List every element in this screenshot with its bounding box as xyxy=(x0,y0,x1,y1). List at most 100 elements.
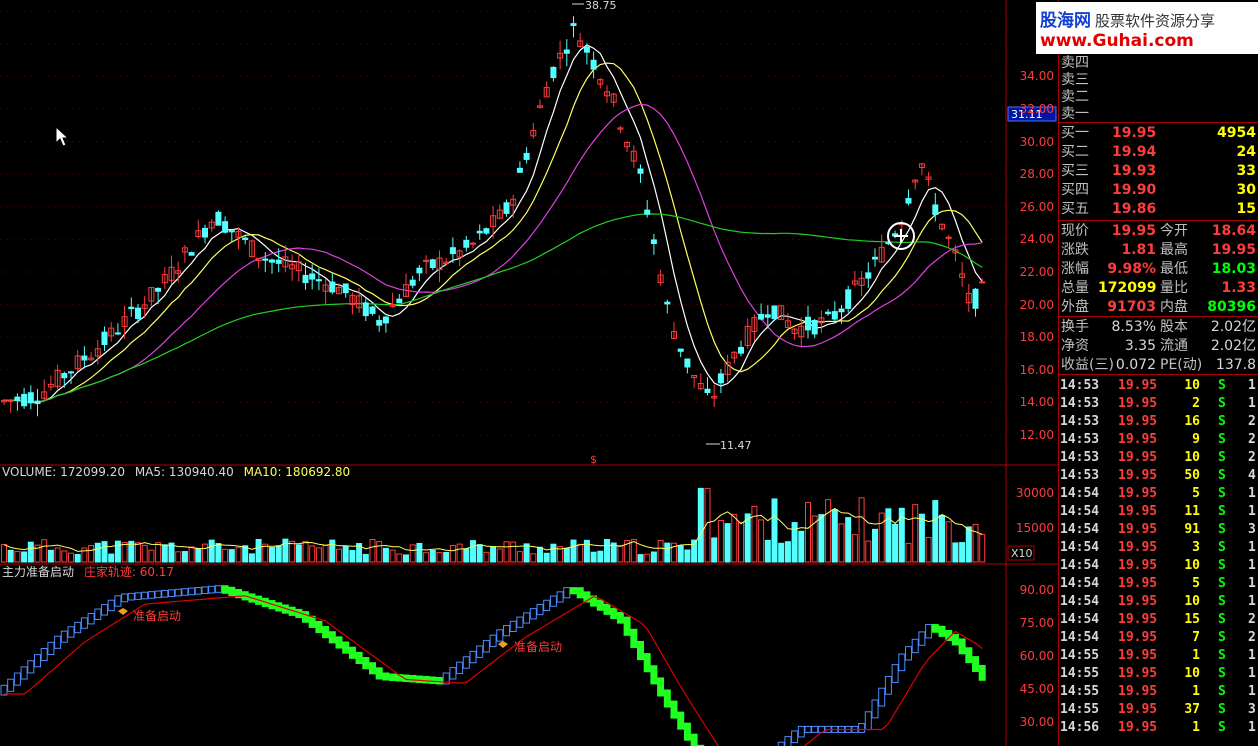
indicator-step xyxy=(20,666,28,680)
candle-body xyxy=(215,211,222,226)
buy-level-label: 买五 xyxy=(1061,201,1089,217)
candle-body xyxy=(845,289,852,309)
trade-time: 14:55 xyxy=(1060,666,1100,681)
trade-side: S xyxy=(1218,684,1226,699)
trade-price: 19.95 xyxy=(1118,540,1158,555)
kline-chart-area[interactable]: 38.75 11.47 $ VOLUME: 172099.20 MA5: 130… xyxy=(0,0,1058,746)
indicator-step xyxy=(596,599,604,611)
volume-bar xyxy=(101,541,108,563)
indicator-step xyxy=(965,647,973,664)
trade-price: 19.95 xyxy=(1118,396,1158,411)
trade-count: 3 xyxy=(1248,702,1256,717)
volume-bar xyxy=(503,541,510,563)
candle-body xyxy=(309,273,316,280)
trade-count: 1 xyxy=(1248,720,1256,735)
volume-bar xyxy=(851,534,858,563)
stat-label: 换手 xyxy=(1061,319,1089,335)
trade-side: S xyxy=(1218,648,1226,663)
volume-bar xyxy=(905,542,912,563)
indicator-step xyxy=(469,650,477,664)
candle-body xyxy=(449,247,456,255)
indicator-step xyxy=(951,634,959,646)
volume-bar xyxy=(329,539,336,563)
trade-side: S xyxy=(1218,594,1226,609)
volume-bar xyxy=(108,553,115,563)
volume-bar xyxy=(972,523,979,563)
indicator-step xyxy=(121,593,129,603)
volume-bar xyxy=(771,498,778,563)
indicator-step xyxy=(389,673,397,682)
candle-body xyxy=(677,348,684,352)
volume-bar xyxy=(697,487,704,563)
indicator-step xyxy=(864,711,872,731)
indicator-step xyxy=(918,631,926,646)
trade-row: 14:55 19.95 1 S 1 xyxy=(1060,647,1258,665)
buy-level-price: 19.90 xyxy=(1112,182,1157,198)
trade-row: 14:55 19.95 10 S 1 xyxy=(1060,665,1258,683)
volume-bar xyxy=(476,544,483,563)
candle-body xyxy=(831,311,838,320)
indicator-step xyxy=(141,591,149,600)
indicator-step xyxy=(657,677,665,697)
volume-bar xyxy=(664,542,671,563)
volume-bar xyxy=(302,540,309,563)
candle-body xyxy=(563,49,570,54)
volume-bar xyxy=(691,539,698,563)
trade-time: 14:54 xyxy=(1060,540,1100,555)
volume-bar xyxy=(382,547,389,563)
price-axis-tick: 24.00 xyxy=(1019,232,1054,247)
stat-value: 2.02亿 xyxy=(1210,338,1256,354)
trade-row: 14:54 19.95 5 S 1 xyxy=(1060,575,1258,593)
volume-bar xyxy=(181,551,188,563)
volume-bar xyxy=(516,551,523,563)
volume-bar xyxy=(47,549,54,563)
candle-body xyxy=(463,239,470,248)
trade-row: 14:54 19.95 5 S 1 xyxy=(1060,485,1258,503)
indicator-step xyxy=(509,620,517,633)
brand-slogan: 股票软件资源分享 xyxy=(1095,12,1216,30)
indicator-step xyxy=(127,592,135,601)
indicator-step xyxy=(878,687,886,707)
trade-time: 14:53 xyxy=(1060,396,1100,411)
trade-volume: 15 xyxy=(1184,612,1200,627)
trade-time: 14:54 xyxy=(1060,486,1100,501)
volume-bar xyxy=(228,549,235,563)
candle-body xyxy=(872,256,878,260)
trade-side: S xyxy=(1218,576,1226,591)
trade-count: 4 xyxy=(1248,468,1256,483)
brand-banner[interactable]: 股海网 股票软件资源分享 www.Guhai.com xyxy=(1036,2,1258,54)
stat-value: 9.98% xyxy=(1107,261,1156,277)
volume-bar xyxy=(798,530,805,563)
volume-bar xyxy=(952,542,959,563)
stat-label: 涨幅 xyxy=(1061,261,1089,277)
candle-body xyxy=(650,239,657,245)
indicator-step xyxy=(804,725,812,733)
candle-body xyxy=(684,358,691,368)
volume-bar xyxy=(195,547,202,563)
volume-axis-tick: 15000 xyxy=(1015,520,1054,535)
volume-bar xyxy=(892,523,899,563)
volume-bar xyxy=(912,504,919,563)
volume-bar xyxy=(148,549,155,563)
trade-row: 14:54 19.95 10 S 1 xyxy=(1060,557,1258,575)
trade-row: 14:53 19.95 16 S 2 xyxy=(1060,413,1258,431)
stat-value: 137.8 xyxy=(1215,357,1256,373)
volume-bar xyxy=(54,547,61,563)
volume-bar xyxy=(289,540,296,563)
indicator-step xyxy=(516,616,524,628)
indicator-step xyxy=(811,725,819,733)
volume-ma5: MA5: 130940.40 xyxy=(135,465,234,479)
brand-url: www.Guhai.com xyxy=(1040,31,1194,51)
price-axis-tick: 16.00 xyxy=(1019,362,1054,377)
indicator-step xyxy=(791,730,799,744)
trade-price: 19.95 xyxy=(1118,522,1158,537)
buy-level-label: 买三 xyxy=(1061,163,1089,179)
volume-bar xyxy=(21,551,28,563)
indicator-step xyxy=(637,640,644,661)
volume-bar xyxy=(248,553,255,563)
svg-text:准备启动: 准备启动 xyxy=(514,640,562,654)
volume-bar xyxy=(872,528,878,563)
indicator-step xyxy=(891,664,899,683)
candle-body xyxy=(516,167,523,173)
volume-bar xyxy=(637,554,644,563)
